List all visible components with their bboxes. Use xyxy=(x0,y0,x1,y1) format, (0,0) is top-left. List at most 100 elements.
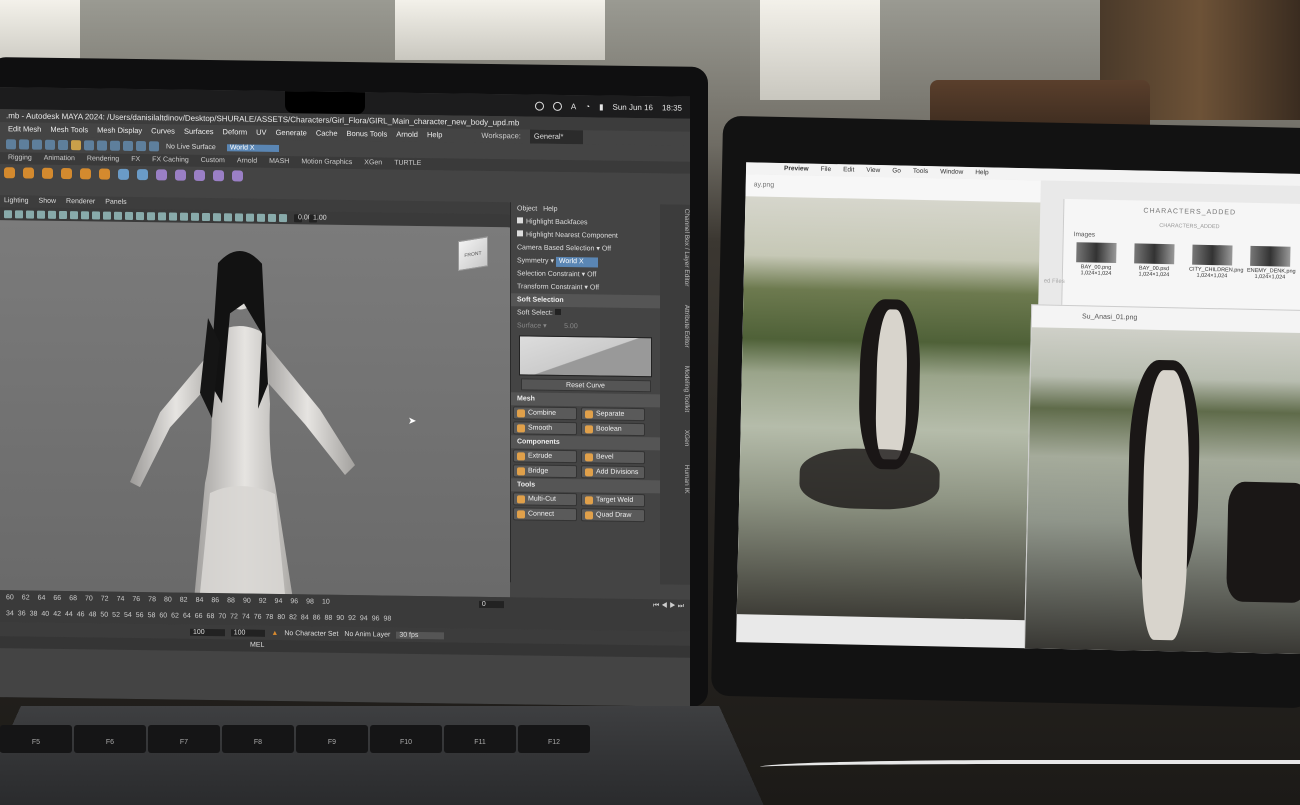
character-set-select[interactable]: No Character Set xyxy=(284,630,338,638)
status-icon[interactable] xyxy=(534,101,544,111)
bevel-button[interactable]: Bevel xyxy=(581,450,645,465)
tool-icon[interactable] xyxy=(97,140,107,151)
shelf-tab[interactable]: Animation xyxy=(44,153,75,165)
menu-item[interactable]: Surfaces xyxy=(184,125,214,139)
checkbox-icon[interactable] xyxy=(517,217,523,224)
side-tab[interactable]: XGen xyxy=(660,430,690,447)
key-icon[interactable]: ▲ xyxy=(271,629,278,636)
range-end-field[interactable]: 100 xyxy=(230,628,266,637)
boolean-button[interactable]: Boolean xyxy=(581,422,645,437)
shelf-icon[interactable] xyxy=(80,167,91,179)
viewport-icon[interactable] xyxy=(268,213,276,222)
viewport-icon[interactable] xyxy=(202,212,210,221)
panel-menu-item[interactable]: Help xyxy=(543,206,557,213)
viewport-icon[interactable] xyxy=(136,211,144,220)
viewport-icon[interactable] xyxy=(59,210,67,219)
battery-icon[interactable]: ▮ xyxy=(599,102,603,111)
reference-image-portrait[interactable] xyxy=(1025,327,1300,655)
side-tab[interactable]: Channel Box / Layer Editor xyxy=(660,208,690,287)
go-to-end-icon[interactable]: ⏭ xyxy=(678,603,684,610)
tool-icon[interactable] xyxy=(19,139,29,150)
file-item[interactable]: ENEMY_DENK.png 1,024×1,024 xyxy=(1247,245,1296,281)
row-value[interactable]: Off xyxy=(602,246,611,253)
viewport-icon[interactable] xyxy=(125,211,133,220)
viewport-menu-item[interactable]: Panels xyxy=(105,197,126,209)
range-start-field[interactable]: 100 xyxy=(190,628,225,636)
menu-item[interactable]: Help xyxy=(975,167,989,179)
menu-item[interactable]: File xyxy=(820,164,832,176)
panel-menu-item[interactable]: Object xyxy=(517,205,537,212)
menu-item[interactable]: View xyxy=(866,165,880,177)
viewport-icon[interactable] xyxy=(37,210,45,219)
shelf-tab[interactable]: MASH xyxy=(269,156,289,168)
viewport-icon[interactable] xyxy=(191,212,199,221)
shelf-tab[interactable]: FX xyxy=(131,154,140,166)
live-surface-field[interactable]: No Live Surface xyxy=(166,143,216,151)
viewport-icon[interactable] xyxy=(279,213,287,222)
tool-icon[interactable] xyxy=(123,140,133,151)
viewport-icon[interactable] xyxy=(158,211,166,220)
viewport-icon[interactable] xyxy=(114,211,122,220)
separate-button[interactable]: Separate xyxy=(581,407,645,422)
tool-icon[interactable] xyxy=(45,139,55,150)
target-weld-button[interactable]: Target Weld xyxy=(581,493,645,508)
viewport-icon[interactable] xyxy=(180,212,188,221)
tool-icon[interactable] xyxy=(149,141,159,152)
shelf-tab[interactable]: Arnold xyxy=(237,155,257,167)
shelf-icon[interactable] xyxy=(118,168,129,180)
viewport-icon[interactable] xyxy=(257,213,265,222)
shelf-tab[interactable]: Rigging xyxy=(8,152,32,164)
viewport-icon[interactable] xyxy=(26,209,34,219)
menu-item[interactable]: Help xyxy=(427,128,442,142)
shelf-icon[interactable] xyxy=(175,169,186,181)
menu-date[interactable]: Sun Jun 16 xyxy=(612,102,652,112)
file-item[interactable]: BAY_00.psd 1,024×1,024 xyxy=(1131,243,1178,278)
tool-icon[interactable] xyxy=(32,139,42,150)
menu-item[interactable]: Tools xyxy=(913,166,928,178)
tool-icon[interactable] xyxy=(84,140,94,151)
tool-icon[interactable] xyxy=(71,140,81,151)
tool-icon[interactable] xyxy=(110,140,120,151)
extrude-button[interactable]: Extrude xyxy=(513,449,577,464)
menu-item[interactable]: Bonus Tools xyxy=(347,127,388,142)
status-icon[interactable] xyxy=(552,101,562,111)
workspace-select[interactable]: General* xyxy=(529,129,584,145)
viewport-menu-item[interactable]: Lighting xyxy=(4,195,29,207)
menu-item[interactable]: Deform xyxy=(223,125,248,139)
viewport-icon[interactable] xyxy=(224,212,232,221)
shelf-icon[interactable] xyxy=(23,166,34,179)
menu-item[interactable]: Edit Mesh xyxy=(8,122,41,136)
viewport-menu-item[interactable]: Renderer xyxy=(66,196,95,208)
quad-draw-button[interactable]: Quad Draw xyxy=(581,508,645,523)
shelf-icon[interactable] xyxy=(213,169,224,181)
menu-item[interactable]: UV xyxy=(256,126,266,140)
reset-curve-button[interactable]: Reset Curve xyxy=(520,378,651,393)
shelf-tab[interactable]: XGen xyxy=(364,157,382,169)
multi-cut-button[interactable]: Multi-Cut xyxy=(513,492,577,507)
step-back-icon[interactable]: ◀ xyxy=(661,602,667,609)
menu-item[interactable]: Mesh Display xyxy=(97,123,142,138)
view-cube[interactable]: FRONT xyxy=(458,236,488,272)
tool-icon[interactable] xyxy=(136,141,146,152)
menu-item[interactable]: Edit xyxy=(843,164,854,176)
shelf-icon[interactable] xyxy=(156,168,167,180)
checkbox-icon[interactable] xyxy=(517,230,523,237)
file-item[interactable]: CITY_CHILDREN.png 1,024×1,024 xyxy=(1189,244,1243,280)
shelf-icon[interactable] xyxy=(42,167,53,179)
tool-icon[interactable] xyxy=(6,139,16,150)
symmetry-value[interactable]: World X xyxy=(555,256,598,268)
viewport-icon[interactable] xyxy=(92,210,100,220)
menu-item[interactable]: Preview xyxy=(784,163,809,176)
viewport-menu-item[interactable]: Show xyxy=(39,196,57,208)
bridge-button[interactable]: Bridge xyxy=(513,464,577,479)
symmetry-select[interactable]: World X xyxy=(226,143,279,152)
falloff-value[interactable]: 5.00 xyxy=(564,323,578,330)
menu-time[interactable]: 18:35 xyxy=(662,103,682,112)
viewport-icon[interactable] xyxy=(15,209,23,218)
side-tab[interactable]: Modeling Toolkit xyxy=(660,365,690,412)
smooth-button[interactable]: Smooth xyxy=(513,421,577,436)
row-value[interactable]: Off xyxy=(590,284,599,291)
add-divisions-button[interactable]: Add Divisions xyxy=(581,465,645,480)
row-value[interactable]: Off xyxy=(587,271,596,278)
play-icon[interactable]: ▶ xyxy=(669,602,675,609)
